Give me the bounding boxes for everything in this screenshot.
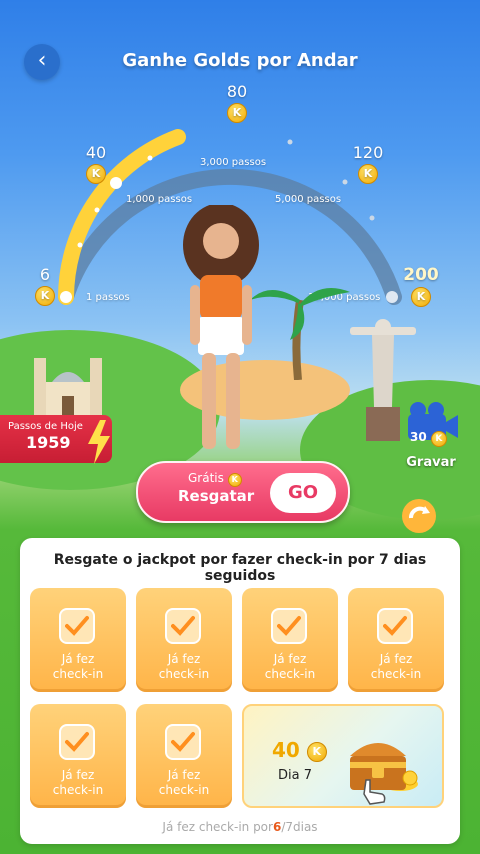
page-title: Ganhe Golds por Andar bbox=[122, 50, 358, 71]
gauge-tick bbox=[342, 179, 348, 185]
milestone-coins: 200 bbox=[403, 265, 439, 285]
milestone-coins: 6 bbox=[39, 265, 51, 284]
checkin-title: Resgate o jackpot por fazer check-in por… bbox=[53, 552, 427, 584]
gauge-dot bbox=[60, 291, 72, 303]
gauge-tick bbox=[369, 215, 375, 221]
checkin-day-5[interactable]: Já fez check-in bbox=[30, 704, 126, 808]
pointing-hand-icon bbox=[363, 779, 386, 805]
coin-icon: K bbox=[411, 287, 431, 307]
checkin-day-2[interactable]: Já fez check-in bbox=[136, 588, 232, 692]
video-reward-label: Gravar bbox=[406, 455, 456, 470]
checkin-day-6[interactable]: Já fez check-in bbox=[136, 704, 232, 808]
checkin-progress-prefix: Já fez check-in por bbox=[162, 820, 273, 834]
checkin-progress-total: /7dias bbox=[281, 820, 318, 834]
check-icon bbox=[165, 608, 201, 644]
church-illustration bbox=[34, 358, 102, 418]
checkin-day-7[interactable]: 40 K Dia 7 bbox=[242, 704, 444, 808]
checkin-day-label: Já fez check-in bbox=[52, 768, 104, 797]
day7-label: Dia 7 bbox=[278, 768, 312, 783]
check-icon bbox=[271, 608, 307, 644]
gauge-dot bbox=[110, 177, 122, 189]
video-reward-cost: 30 K bbox=[410, 430, 447, 447]
steps-label: 1 passos bbox=[86, 292, 130, 303]
coin-icon: K bbox=[227, 103, 247, 123]
go-button[interactable]: GO bbox=[270, 473, 336, 513]
coin-icon: K bbox=[430, 431, 447, 447]
checkin-day-label: Já fez check-in bbox=[158, 768, 210, 797]
claim-bar[interactable]: Grátis K Resgatar GO bbox=[136, 461, 350, 523]
screen: ‹ Ganhe Golds por Andar 6 K 40 K 80 K 12… bbox=[0, 0, 480, 854]
check-icon bbox=[59, 724, 95, 760]
claim-free-label: Grátis K bbox=[188, 471, 242, 487]
checkin-day-label: Já fez check-in bbox=[264, 652, 316, 681]
milestone-6: 6 K bbox=[32, 265, 58, 306]
check-icon bbox=[59, 608, 95, 644]
milestone-200: 200 K bbox=[402, 265, 440, 307]
claim-action-label: Resgatar bbox=[178, 487, 255, 505]
gauge-tick bbox=[77, 242, 83, 248]
claim-free-text: Grátis bbox=[188, 471, 224, 485]
check-icon bbox=[377, 608, 413, 644]
steps-label: 1,000 passos bbox=[126, 194, 193, 205]
lightning-icon bbox=[88, 420, 110, 464]
gauge-tick bbox=[94, 207, 100, 213]
milestone-80: 80 K bbox=[222, 82, 252, 123]
coin-icon: K bbox=[306, 741, 327, 762]
character-illustration bbox=[183, 205, 259, 449]
coin-icon: K bbox=[35, 286, 55, 306]
checkin-panel: Resgate o jackpot por fazer check-in por… bbox=[20, 538, 460, 844]
milestone-coins: 120 bbox=[352, 143, 384, 162]
coin-icon: K bbox=[358, 164, 378, 184]
checkin-day-label: Já fez check-in bbox=[158, 652, 210, 681]
checkin-day-3[interactable]: Já fez check-in bbox=[242, 588, 338, 692]
coin-icon: K bbox=[227, 473, 242, 487]
checkin-day-4[interactable]: Já fez check-in bbox=[348, 588, 444, 692]
milestone-coins: 80 bbox=[226, 82, 248, 101]
checkin-progress: Já fez check-in por6/7dias bbox=[20, 820, 460, 834]
coin-icon: K bbox=[86, 164, 106, 184]
milestone-coins: 40 bbox=[85, 143, 107, 162]
video-cost-value: 30 bbox=[410, 430, 427, 444]
day7-reward-value: 40 bbox=[272, 738, 300, 762]
day7-reward-amount: 40 K bbox=[272, 738, 327, 762]
checkin-day-label: Já fez check-in bbox=[370, 652, 422, 681]
gauge-tick bbox=[147, 155, 153, 161]
refresh-icon[interactable] bbox=[401, 498, 437, 534]
checkin-day-label: Já fez check-in bbox=[52, 652, 104, 681]
milestone-40: 40 K bbox=[82, 143, 110, 184]
check-icon bbox=[165, 724, 201, 760]
steps-label: 3,000 passos bbox=[200, 157, 267, 168]
gauge-tick bbox=[287, 139, 293, 145]
steps-label: 5,000 passos bbox=[275, 194, 342, 205]
checkin-day-1[interactable]: Já fez check-in bbox=[30, 588, 126, 692]
gauge-dot bbox=[386, 291, 398, 303]
milestone-120: 120 K bbox=[350, 143, 386, 184]
